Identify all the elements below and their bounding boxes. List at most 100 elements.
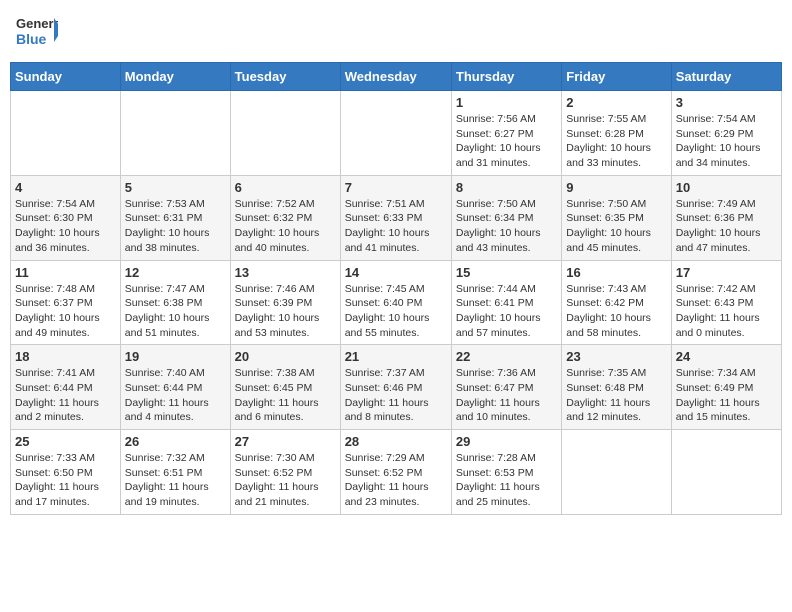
calendar-cell: 29 Sunrise: 7:28 AM Sunset: 6:53 PM Dayli… (451, 430, 561, 515)
calendar-cell: 9 Sunrise: 7:50 AM Sunset: 6:35 PM Daylig… (562, 175, 671, 260)
svg-text:Blue: Blue (16, 31, 47, 47)
calendar-cell (562, 430, 671, 515)
calendar-week-row: 11Sunrise: 7:48 AM Sunset: 6:37 PM Dayli… (11, 260, 782, 345)
calendar-cell: 7 Sunrise: 7:51 AM Sunset: 6:33 PM Daylig… (340, 175, 451, 260)
calendar-cell: 22 Sunrise: 7:36 AM Sunset: 6:47 PM Dayli… (451, 345, 561, 430)
calendar-week-row: 18Sunrise: 7:41 AM Sunset: 6:44 PM Dayli… (11, 345, 782, 430)
day-number: 29 (456, 434, 557, 449)
calendar-cell (230, 91, 340, 176)
day-number: 26 (125, 434, 226, 449)
day-info: Sunrise: 7:37 AM Sunset: 6:46 PM Dayligh… (345, 366, 447, 425)
weekday-header: Tuesday (230, 63, 340, 91)
logo: General Blue (14, 10, 58, 54)
calendar-cell: 4 Sunrise: 7:54 AM Sunset: 6:30 PM Daylig… (11, 175, 121, 260)
day-number: 24 (676, 349, 777, 364)
calendar-cell: 15 Sunrise: 7:44 AM Sunset: 6:41 PM Dayli… (451, 260, 561, 345)
calendar-cell: 10Sunrise: 7:49 AM Sunset: 6:36 PM Dayli… (671, 175, 781, 260)
day-info: Sunrise: 7:44 AM Sunset: 6:41 PM Dayligh… (456, 282, 557, 341)
day-number: 1 (456, 95, 557, 110)
calendar-cell: 6 Sunrise: 7:52 AM Sunset: 6:32 PM Daylig… (230, 175, 340, 260)
calendar-cell: 18Sunrise: 7:41 AM Sunset: 6:44 PM Dayli… (11, 345, 121, 430)
day-number: 3 (676, 95, 777, 110)
day-info: Sunrise: 7:51 AM Sunset: 6:33 PM Dayligh… (345, 197, 447, 256)
svg-text:General: General (16, 16, 58, 31)
calendar-table: SundayMondayTuesdayWednesdayThursdayFrid… (10, 62, 782, 515)
day-info: Sunrise: 7:52 AM Sunset: 6:32 PM Dayligh… (235, 197, 336, 256)
day-info: Sunrise: 7:30 AM Sunset: 6:52 PM Dayligh… (235, 451, 336, 510)
day-number: 22 (456, 349, 557, 364)
day-info: Sunrise: 7:50 AM Sunset: 6:34 PM Dayligh… (456, 197, 557, 256)
calendar-cell: 13Sunrise: 7:46 AM Sunset: 6:39 PM Dayli… (230, 260, 340, 345)
calendar-cell: 16 Sunrise: 7:43 AM Sunset: 6:42 PM Dayli… (562, 260, 671, 345)
calendar-cell: 11Sunrise: 7:48 AM Sunset: 6:37 PM Dayli… (11, 260, 121, 345)
day-info: Sunrise: 7:45 AM Sunset: 6:40 PM Dayligh… (345, 282, 447, 341)
day-number: 21 (345, 349, 447, 364)
day-info: Sunrise: 7:41 AM Sunset: 6:44 PM Dayligh… (15, 366, 116, 425)
page-header: General Blue (10, 10, 782, 54)
calendar-cell (120, 91, 230, 176)
day-number: 8 (456, 180, 557, 195)
day-info: Sunrise: 7:42 AM Sunset: 6:43 PM Dayligh… (676, 282, 777, 341)
day-info: Sunrise: 7:34 AM Sunset: 6:49 PM Dayligh… (676, 366, 777, 425)
weekday-header: Sunday (11, 63, 121, 91)
calendar-cell: 14 Sunrise: 7:45 AM Sunset: 6:40 PM Dayli… (340, 260, 451, 345)
day-number: 9 (566, 180, 666, 195)
day-number: 4 (15, 180, 116, 195)
weekday-header: Wednesday (340, 63, 451, 91)
day-info: Sunrise: 7:38 AM Sunset: 6:45 PM Dayligh… (235, 366, 336, 425)
day-info: Sunrise: 7:47 AM Sunset: 6:38 PM Dayligh… (125, 282, 226, 341)
logo-svg: General Blue (14, 10, 58, 54)
day-info: Sunrise: 7:55 AM Sunset: 6:28 PM Dayligh… (566, 112, 666, 171)
calendar-cell: 1Sunrise: 7:56 AM Sunset: 6:27 PM Daylig… (451, 91, 561, 176)
day-number: 19 (125, 349, 226, 364)
day-info: Sunrise: 7:49 AM Sunset: 6:36 PM Dayligh… (676, 197, 777, 256)
calendar-cell (340, 91, 451, 176)
day-info: Sunrise: 7:53 AM Sunset: 6:31 PM Dayligh… (125, 197, 226, 256)
day-number: 28 (345, 434, 447, 449)
day-number: 11 (15, 265, 116, 280)
day-number: 14 (345, 265, 447, 280)
calendar-cell (671, 430, 781, 515)
day-number: 15 (456, 265, 557, 280)
calendar-cell: 8 Sunrise: 7:50 AM Sunset: 6:34 PM Daylig… (451, 175, 561, 260)
calendar-week-row: 25 Sunrise: 7:33 AM Sunset: 6:50 PM Dayli… (11, 430, 782, 515)
day-number: 7 (345, 180, 447, 195)
day-number: 2 (566, 95, 666, 110)
weekday-header: Thursday (451, 63, 561, 91)
calendar-cell: 12 Sunrise: 7:47 AM Sunset: 6:38 PM Dayli… (120, 260, 230, 345)
calendar-week-row: 1Sunrise: 7:56 AM Sunset: 6:27 PM Daylig… (11, 91, 782, 176)
calendar-cell: 23Sunrise: 7:35 AM Sunset: 6:48 PM Dayli… (562, 345, 671, 430)
day-number: 12 (125, 265, 226, 280)
day-number: 5 (125, 180, 226, 195)
day-number: 25 (15, 434, 116, 449)
day-info: Sunrise: 7:50 AM Sunset: 6:35 PM Dayligh… (566, 197, 666, 256)
day-number: 27 (235, 434, 336, 449)
calendar-cell: 19 Sunrise: 7:40 AM Sunset: 6:44 PM Dayli… (120, 345, 230, 430)
calendar-cell: 5 Sunrise: 7:53 AM Sunset: 6:31 PM Daylig… (120, 175, 230, 260)
day-info: Sunrise: 7:33 AM Sunset: 6:50 PM Dayligh… (15, 451, 116, 510)
calendar-cell: 3 Sunrise: 7:54 AM Sunset: 6:29 PM Daylig… (671, 91, 781, 176)
calendar-week-row: 4 Sunrise: 7:54 AM Sunset: 6:30 PM Daylig… (11, 175, 782, 260)
day-info: Sunrise: 7:32 AM Sunset: 6:51 PM Dayligh… (125, 451, 226, 510)
day-number: 6 (235, 180, 336, 195)
calendar-cell: 26 Sunrise: 7:32 AM Sunset: 6:51 PM Dayli… (120, 430, 230, 515)
day-info: Sunrise: 7:43 AM Sunset: 6:42 PM Dayligh… (566, 282, 666, 341)
calendar-cell: 25 Sunrise: 7:33 AM Sunset: 6:50 PM Dayli… (11, 430, 121, 515)
day-number: 17 (676, 265, 777, 280)
day-info: Sunrise: 7:35 AM Sunset: 6:48 PM Dayligh… (566, 366, 666, 425)
calendar-cell: 27 Sunrise: 7:30 AM Sunset: 6:52 PM Dayli… (230, 430, 340, 515)
calendar-cell (11, 91, 121, 176)
calendar-header-row: SundayMondayTuesdayWednesdayThursdayFrid… (11, 63, 782, 91)
day-number: 20 (235, 349, 336, 364)
day-info: Sunrise: 7:28 AM Sunset: 6:53 PM Dayligh… (456, 451, 557, 510)
day-info: Sunrise: 7:36 AM Sunset: 6:47 PM Dayligh… (456, 366, 557, 425)
calendar-cell: 21 Sunrise: 7:37 AM Sunset: 6:46 PM Dayli… (340, 345, 451, 430)
calendar-cell: 2 Sunrise: 7:55 AM Sunset: 6:28 PM Daylig… (562, 91, 671, 176)
day-info: Sunrise: 7:40 AM Sunset: 6:44 PM Dayligh… (125, 366, 226, 425)
calendar-cell: 17 Sunrise: 7:42 AM Sunset: 6:43 PM Dayli… (671, 260, 781, 345)
day-info: Sunrise: 7:54 AM Sunset: 6:29 PM Dayligh… (676, 112, 777, 171)
day-info: Sunrise: 7:54 AM Sunset: 6:30 PM Dayligh… (15, 197, 116, 256)
day-number: 16 (566, 265, 666, 280)
calendar-cell: 24 Sunrise: 7:34 AM Sunset: 6:49 PM Dayli… (671, 345, 781, 430)
weekday-header: Saturday (671, 63, 781, 91)
